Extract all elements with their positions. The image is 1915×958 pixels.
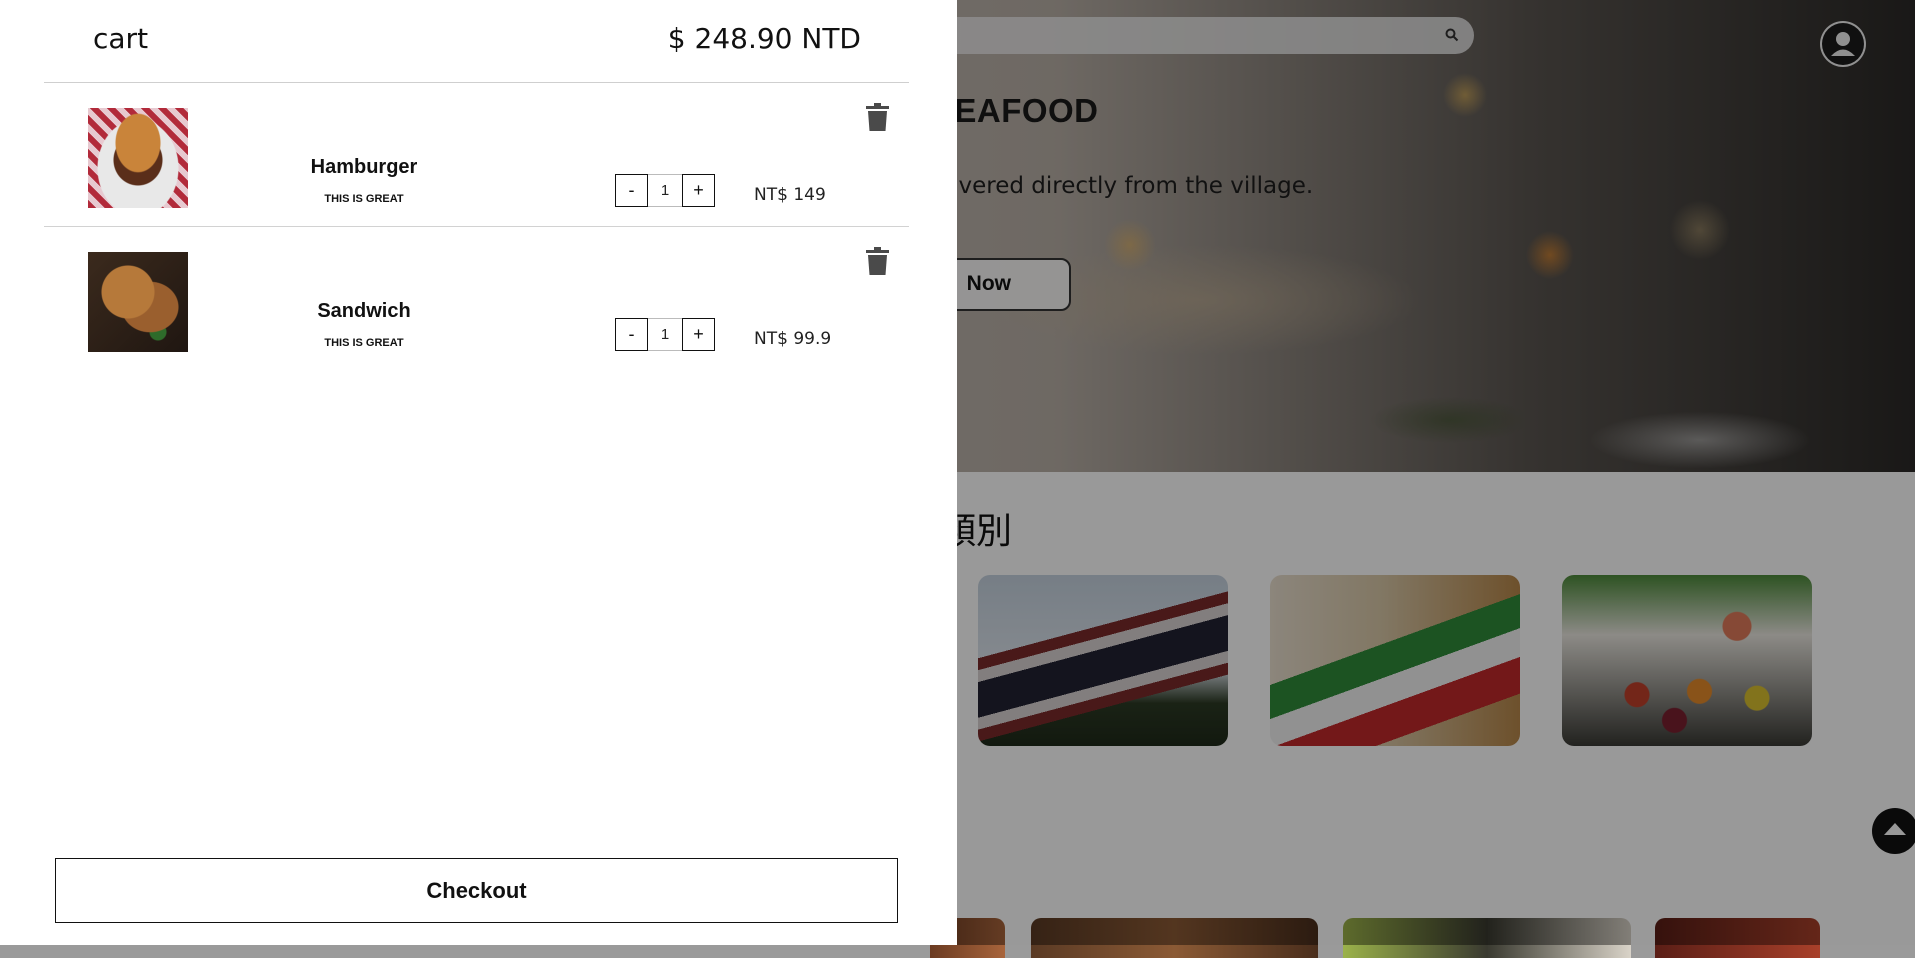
quantity-stepper: - 1 + [615, 174, 715, 207]
item-description: THIS IS GREAT [324, 337, 404, 349]
checkout-button[interactable]: Checkout [55, 858, 898, 923]
item-image-sandwich [88, 252, 188, 352]
item-name: Sandwich [317, 300, 411, 322]
cart-item: Hamburger THIS IS GREAT - 1 + NT$ 149 [44, 83, 909, 227]
trash-icon[interactable] [866, 247, 889, 275]
trash-icon[interactable] [866, 103, 889, 131]
cart-total: $ 248.90 NTD [667, 22, 861, 55]
cart-item: Sandwich THIS IS GREAT - 1 + NT$ 99.9 [44, 227, 909, 371]
item-price: NT$ 99.9 [754, 329, 832, 349]
cart-title: cart [93, 22, 149, 55]
quantity-field[interactable]: 1 [648, 318, 682, 351]
item-name: Hamburger [310, 156, 418, 178]
item-image-hamburger [88, 108, 188, 208]
quantity-field[interactable]: 1 [648, 174, 682, 207]
quantity-stepper: - 1 + [615, 318, 715, 351]
item-description: THIS IS GREAT [324, 193, 404, 205]
decrement-button[interactable]: - [615, 174, 648, 207]
item-price: NT$ 149 [754, 185, 826, 205]
increment-button[interactable]: + [682, 174, 715, 207]
cart-drawer: cart $ 248.90 NTD Hamburger THIS IS GREA… [0, 0, 957, 945]
decrement-button[interactable]: - [615, 318, 648, 351]
increment-button[interactable]: + [682, 318, 715, 351]
